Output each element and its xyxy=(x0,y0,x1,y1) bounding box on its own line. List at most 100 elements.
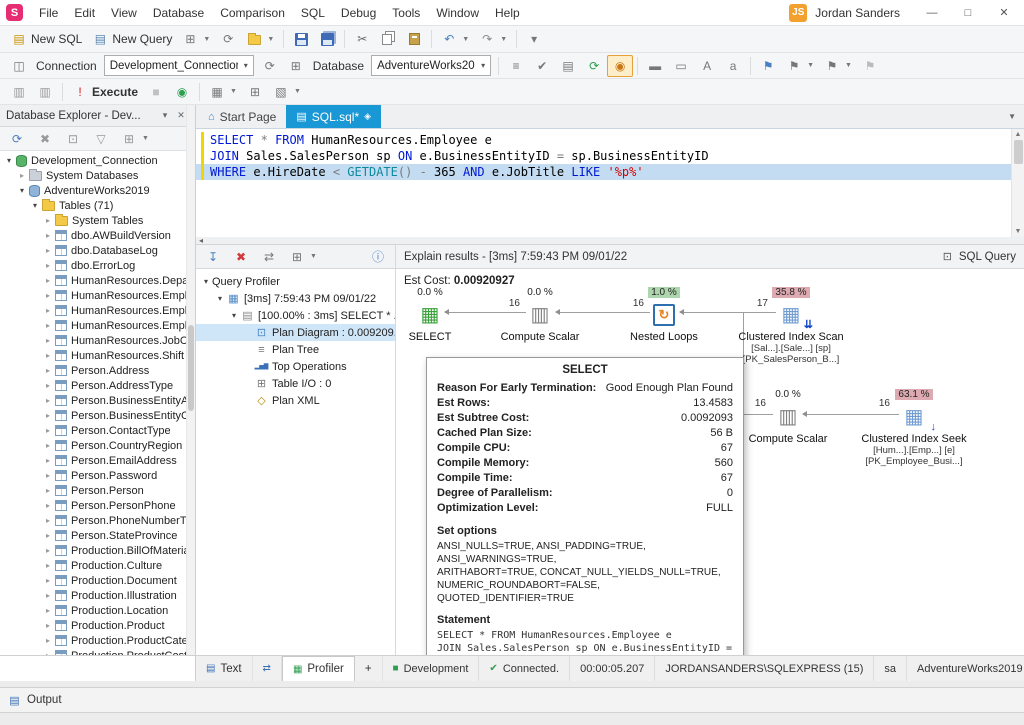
editor-results-splitter[interactable]: ◂ xyxy=(196,237,1024,245)
tree-item[interactable]: ▸HumanResources.EmployeeDepartmentHistor… xyxy=(0,303,195,318)
tree-item[interactable]: ▸Person.StateProvince xyxy=(0,528,195,543)
tab-sql-document[interactable]: ▤ SQL.sql* ◈ xyxy=(286,105,381,128)
uppercase-button[interactable]: A xyxy=(694,55,720,77)
menu-item-file[interactable]: File xyxy=(31,2,66,24)
tree-arrow-icon[interactable]: ▾ xyxy=(3,156,15,165)
tree-arrow-icon[interactable]: ▸ xyxy=(42,441,54,450)
menu-item-edit[interactable]: Edit xyxy=(66,2,103,24)
plan-diagram-canvas[interactable]: Est Cost: 0.00920927 16161716160.0 %▦SEL… xyxy=(396,269,1024,655)
tree-arrow-icon[interactable]: ▸ xyxy=(42,456,54,465)
tree-arrow-icon[interactable]: ▾ xyxy=(29,201,41,210)
results-grid-button[interactable]: ▧▼ xyxy=(268,81,306,103)
tree-arrow-icon[interactable]: ▾ xyxy=(200,277,212,286)
tree-item[interactable]: ▸Person.Address xyxy=(0,363,195,378)
manage-connections-button[interactable]: ⟳ xyxy=(257,55,283,77)
tree-item[interactable]: ▸Person.Password xyxy=(0,468,195,483)
stop-button[interactable]: ■ xyxy=(143,81,169,103)
prev-window-button[interactable]: ▥ xyxy=(6,81,32,103)
toggle-results-button[interactable]: ⊞ xyxy=(242,81,268,103)
tab-list-dropdown-icon[interactable]: ▼ xyxy=(1000,112,1024,121)
menu-item-sql[interactable]: SQL xyxy=(293,2,333,24)
disconnect-button[interactable]: ✖ xyxy=(32,128,58,150)
lowercase-button[interactable]: a xyxy=(720,55,746,77)
clear-bookmarks-button[interactable]: ⚑ xyxy=(857,55,883,77)
tree-arrow-icon[interactable]: ▸ xyxy=(42,621,54,630)
snippets-button[interactable]: ▤ xyxy=(555,55,581,77)
tree-arrow-icon[interactable]: ▸ xyxy=(42,606,54,615)
close-button[interactable]: ✕ xyxy=(990,3,1018,22)
results-layout-button[interactable]: ▦▼ xyxy=(204,81,242,103)
tab-start-page[interactable]: ⌂ Start Page xyxy=(198,105,286,128)
tree-item[interactable]: ▸Person.ContactType xyxy=(0,423,195,438)
tree-item[interactable]: ▸System Tables xyxy=(0,213,195,228)
editor-scrollbar[interactable]: ▲ ▼ xyxy=(1011,129,1024,237)
tree-item[interactable]: ▸HumanResources.JobCandidate xyxy=(0,333,195,348)
panel-menu-icon[interactable]: ▾ xyxy=(157,110,173,121)
copy-button[interactable] xyxy=(375,28,401,50)
tree-arrow-icon[interactable]: ▸ xyxy=(42,546,54,555)
tree-item[interactable]: ▸Production.BillOfMaterials xyxy=(0,543,195,558)
next-bookmark-button[interactable]: ⚑▼ xyxy=(819,55,857,77)
tree-arrow-icon[interactable]: ▸ xyxy=(42,351,54,360)
profiler-root[interactable]: ▾Query Profiler xyxy=(196,273,395,290)
execute-button[interactable]: !Execute xyxy=(67,81,143,103)
query-profiling-mode-button[interactable]: ◉ xyxy=(607,55,633,77)
menu-item-view[interactable]: View xyxy=(103,2,145,24)
menu-item-window[interactable]: Window xyxy=(428,2,487,24)
code-line[interactable]: SELECT * FROM HumanResources.Employee e xyxy=(196,132,1024,148)
scroll-down-icon[interactable]: ▼ xyxy=(1015,228,1022,235)
tree-arrow-icon[interactable]: ▸ xyxy=(42,216,54,225)
format-sql-button[interactable]: ≡ xyxy=(503,55,529,77)
tree-arrow-icon[interactable]: ▸ xyxy=(42,291,54,300)
document-outline-button[interactable]: ⊞ xyxy=(283,55,309,77)
menu-item-database[interactable]: Database xyxy=(145,2,212,24)
plan-node-compute-scalar-1[interactable]: 0.0 %▥Compute Scalar xyxy=(480,287,600,343)
swap-results-button[interactable]: ⇄ xyxy=(253,656,282,681)
top-operations-item[interactable]: ▂▅▇Top Operations xyxy=(196,358,395,375)
tree-arrow-icon[interactable]: ▸ xyxy=(42,261,54,270)
profiler-options-button[interactable]: ⊞▼ xyxy=(284,246,322,268)
tree-item[interactable]: ▸System Databases xyxy=(0,168,195,183)
tree-arrow-icon[interactable]: ▸ xyxy=(42,306,54,315)
tree-arrow-icon[interactable]: ▾ xyxy=(214,294,226,303)
tree-arrow-icon[interactable]: ▸ xyxy=(42,561,54,570)
tree-arrow-icon[interactable]: ▾ xyxy=(16,186,28,195)
tree-arrow-icon[interactable]: ▸ xyxy=(42,516,54,525)
tab-pin-icon[interactable]: ◈ xyxy=(364,111,371,122)
tree-item[interactable]: ▸dbo.AWBuildVersion xyxy=(0,228,195,243)
duplicate-button[interactable]: ⊡ xyxy=(60,128,86,150)
toolbar-overflow-button[interactable]: ▾ xyxy=(521,28,547,50)
validate-button[interactable]: ✔ xyxy=(529,55,555,77)
tree-item[interactable]: ▸Person.CountryRegion xyxy=(0,438,195,453)
tree-arrow-icon[interactable]: ▸ xyxy=(42,246,54,255)
attach-debugger-button[interactable]: ◉ xyxy=(169,81,195,103)
tree-item[interactable]: ▸HumanResources.Employee xyxy=(0,288,195,303)
plan-node-clustered-index-scan[interactable]: 35.8 %▦⇊Clustered Index Scan[Sal...].[Sa… xyxy=(731,287,851,365)
tree-arrow-icon[interactable]: ▸ xyxy=(42,366,54,375)
tree-item[interactable]: ▸Production.Location xyxy=(0,603,195,618)
toggle-bookmark-button[interactable]: ⚑ xyxy=(755,55,781,77)
tree-item[interactable]: ▸HumanResources.Department xyxy=(0,273,195,288)
refresh-document-button[interactable]: ⟳ xyxy=(215,28,241,50)
compare-results-button[interactable]: ⇄ xyxy=(256,246,282,268)
tree-arrow-icon[interactable]: ▸ xyxy=(42,336,54,345)
sql-editor[interactable]: SELECT * FROM HumanResources.Employee eJ… xyxy=(196,129,1024,237)
tree-arrow-icon[interactable]: ▸ xyxy=(42,471,54,480)
plan-xml-item[interactable]: ◇Plan XML xyxy=(196,392,395,409)
user-avatar[interactable]: JS xyxy=(789,4,807,22)
tree-item[interactable]: ▸Person.BusinessEntityAddress xyxy=(0,393,195,408)
tree-arrow-icon[interactable]: ▸ xyxy=(42,426,54,435)
results-tab-profiler[interactable]: ▦Profiler xyxy=(282,656,355,681)
tree-arrow-icon[interactable]: ▸ xyxy=(42,396,54,405)
tree-item[interactable]: ▸Person.EmailAddress xyxy=(0,453,195,468)
plan-diagram-item[interactable]: ⊡Plan Diagram : 0.009209... xyxy=(196,324,395,341)
tree-arrow-icon[interactable]: ▸ xyxy=(42,651,54,655)
tree-item[interactable]: ▸Person.BusinessEntityContact xyxy=(0,408,195,423)
paste-button[interactable] xyxy=(401,28,427,50)
tree-item[interactable]: ▸dbo.DatabaseLog xyxy=(0,243,195,258)
maximize-button[interactable]: □ xyxy=(954,4,982,22)
explorer-options-button[interactable]: ⊞▼ xyxy=(116,128,154,150)
new-object-button[interactable]: ⊞▼ xyxy=(177,28,215,50)
uncomment-button[interactable]: ▭ xyxy=(668,55,694,77)
refresh-explorer-button[interactable]: ⟳ xyxy=(4,128,30,150)
